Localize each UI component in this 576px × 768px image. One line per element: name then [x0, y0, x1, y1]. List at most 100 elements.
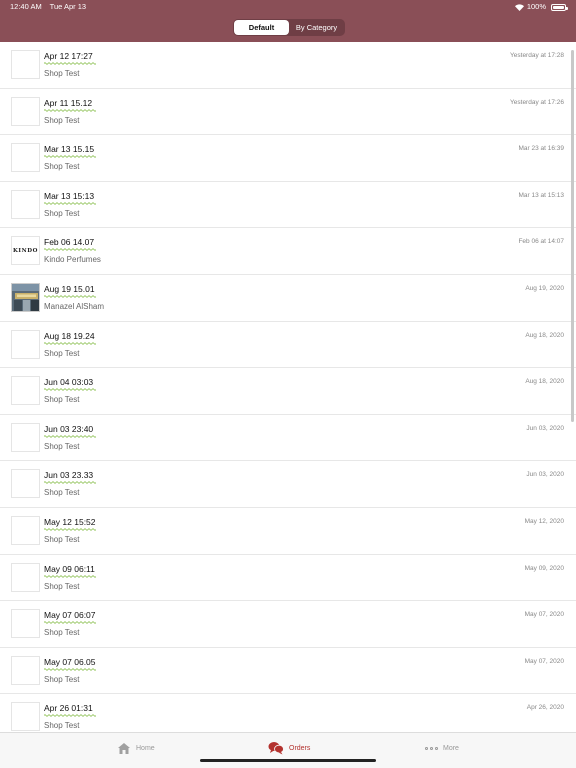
order-title: Apr 11 15.12 — [44, 97, 93, 108]
status-time: 12:40 AM — [10, 2, 42, 11]
order-title: Aug 18 19.24 — [44, 330, 95, 341]
shop-name: Shop Test — [44, 395, 80, 405]
order-date: May 09, 2020 — [524, 564, 564, 572]
order-row[interactable]: Apr 26 01:31 Shop Test Apr 26, 2020 — [0, 694, 576, 732]
order-date: May 12, 2020 — [524, 517, 564, 525]
navigation-header: 12:40 AM Tue Apr 13 100% Default By Cate… — [0, 0, 576, 42]
shop-thumbnail — [11, 469, 40, 499]
chat-bubbles-icon — [268, 741, 284, 755]
ellipsis-icon — [425, 746, 438, 750]
tab-orders-label: Orders — [289, 744, 311, 752]
tab-more[interactable]: More — [425, 740, 459, 756]
tab-bar: Home Orders More — [0, 732, 576, 768]
shop-name: Shop Test — [44, 348, 80, 358]
status-squiggle — [44, 295, 96, 298]
order-title: May 07 06:07 — [44, 610, 96, 621]
order-title: Aug 19 15.01 — [44, 283, 95, 294]
order-title: Mar 13 15.15 — [44, 144, 95, 155]
wifi-icon — [514, 3, 524, 11]
status-squiggle — [44, 528, 96, 531]
order-date: Mar 23 at 16:39 — [518, 145, 564, 153]
status-squiggle — [44, 668, 96, 671]
scrollbar[interactable] — [571, 50, 574, 422]
shop-thumbnail — [11, 655, 40, 685]
shop-name: Manazel AlSham — [44, 301, 105, 311]
shop-thumbnail — [11, 329, 40, 359]
order-date: Aug 19, 2020 — [525, 284, 564, 292]
order-row[interactable]: Aug 19 15.01 Manazel AlSham Aug 19, 2020 — [0, 275, 576, 322]
status-squiggle — [44, 62, 96, 65]
segment-default[interactable]: Default — [234, 20, 289, 35]
segment-by-category[interactable]: By Category — [289, 20, 344, 35]
home-indicator — [200, 759, 376, 762]
order-title: May 09 06:11 — [44, 563, 95, 574]
order-date: Jun 03, 2020 — [526, 471, 564, 479]
shop-name: Shop Test — [44, 674, 80, 684]
order-row[interactable]: May 07 06.05 Shop Test May 07, 2020 — [0, 648, 576, 695]
shop-name: Shop Test — [44, 721, 80, 731]
status-squiggle — [44, 248, 96, 251]
status-squiggle — [44, 202, 96, 205]
tab-home[interactable]: Home — [117, 740, 155, 756]
status-squiggle — [44, 108, 96, 112]
orders-list[interactable]: Apr 12 17:27 Shop Test Yesterday at 17:28 A… — [0, 42, 576, 732]
order-date: Feb 06 at 14:07 — [518, 238, 564, 246]
tab-more-label: More — [443, 744, 459, 752]
shop-name: Shop Test — [44, 581, 80, 591]
shop-name: Shop Test — [44, 162, 80, 172]
status-date: Tue Apr 13 — [49, 2, 87, 11]
order-row[interactable]: May 09 06:11 Shop Test May 09, 2020 — [0, 555, 576, 602]
segmented-control: Default By Category — [233, 19, 345, 36]
shop-name: Shop Test — [44, 441, 80, 451]
shop-thumbnail — [11, 143, 40, 173]
shop-thumbnail — [11, 376, 40, 406]
shop-name: Kindo Perfumes — [44, 255, 101, 265]
shop-thumbnail — [11, 702, 40, 732]
order-row[interactable]: Apr 11 15.12 Shop Test Yesterday at 17:26 — [0, 89, 576, 136]
order-row[interactable]: KINDO Feb 06 14.07 Kindo Perfumes Feb 06 at… — [0, 228, 576, 275]
order-title: Feb 06 14.07 — [44, 237, 95, 248]
order-title: Jun 03 23:40 — [44, 423, 94, 434]
order-row[interactable]: Jun 03 23.33 Shop Test Jun 03, 2020 — [0, 461, 576, 508]
shop-name: Shop Test — [44, 488, 80, 498]
order-date: Yesterday at 17:28 — [510, 52, 564, 59]
shop-thumbnail — [11, 96, 40, 126]
kindo-logo: KINDO — [13, 247, 38, 254]
shop-thumbnail — [11, 515, 40, 545]
order-date: Aug 18, 2020 — [525, 378, 564, 386]
order-title: May 07 06.05 — [44, 656, 96, 667]
shop-thumbnail — [11, 562, 40, 592]
order-row[interactable]: Apr 12 17:27 Shop Test Yesterday at 17:28 — [0, 42, 576, 89]
shop-thumbnail — [11, 422, 40, 452]
status-squiggle — [44, 574, 96, 578]
order-row[interactable]: May 07 06:07 Shop Test May 07, 2020 — [0, 601, 576, 648]
status-squiggle — [44, 155, 96, 158]
tab-orders[interactable]: Orders — [268, 740, 310, 756]
shop-thumbnail — [11, 189, 40, 219]
shop-thumbnail: KINDO — [11, 236, 40, 266]
order-date: May 07, 2020 — [524, 657, 564, 665]
order-row[interactable]: Aug 18 19.24 Shop Test Aug 18, 2020 — [0, 322, 576, 369]
status-squiggle — [44, 481, 96, 484]
order-row[interactable]: Mar 13 15.15 Shop Test Mar 23 at 16:39 — [0, 135, 576, 182]
order-title: Apr 26 01:31 — [44, 703, 93, 714]
order-date: Yesterday at 17:26 — [510, 98, 564, 106]
status-squiggle — [44, 621, 96, 624]
shop-name: Shop Test — [44, 69, 80, 78]
tab-home-label: Home — [136, 744, 155, 752]
order-row[interactable]: May 12 15:52 Shop Test May 12, 2020 — [0, 508, 576, 555]
battery-percent: 100% — [526, 2, 546, 11]
status-squiggle — [44, 341, 96, 345]
order-title: Apr 12 17:27 — [44, 51, 93, 61]
order-date: May 07, 2020 — [524, 611, 564, 619]
shop-thumbnail — [11, 609, 40, 639]
order-row[interactable]: Jun 04 03:03 Shop Test Aug 18, 2020 — [0, 368, 576, 415]
order-row[interactable]: Mar 13 15:13 Shop Test Mar 13 at 15:13 — [0, 182, 576, 229]
order-title: May 12 15:52 — [44, 516, 96, 527]
order-row[interactable]: Jun 03 23:40 Shop Test Jun 03, 2020 — [0, 415, 576, 462]
order-date: Mar 13 at 15:13 — [518, 191, 564, 199]
order-date: Jun 03, 2020 — [526, 424, 564, 432]
order-date: Aug 18, 2020 — [525, 331, 564, 339]
order-title: Jun 03 23.33 — [44, 470, 94, 481]
status-squiggle — [44, 714, 96, 717]
